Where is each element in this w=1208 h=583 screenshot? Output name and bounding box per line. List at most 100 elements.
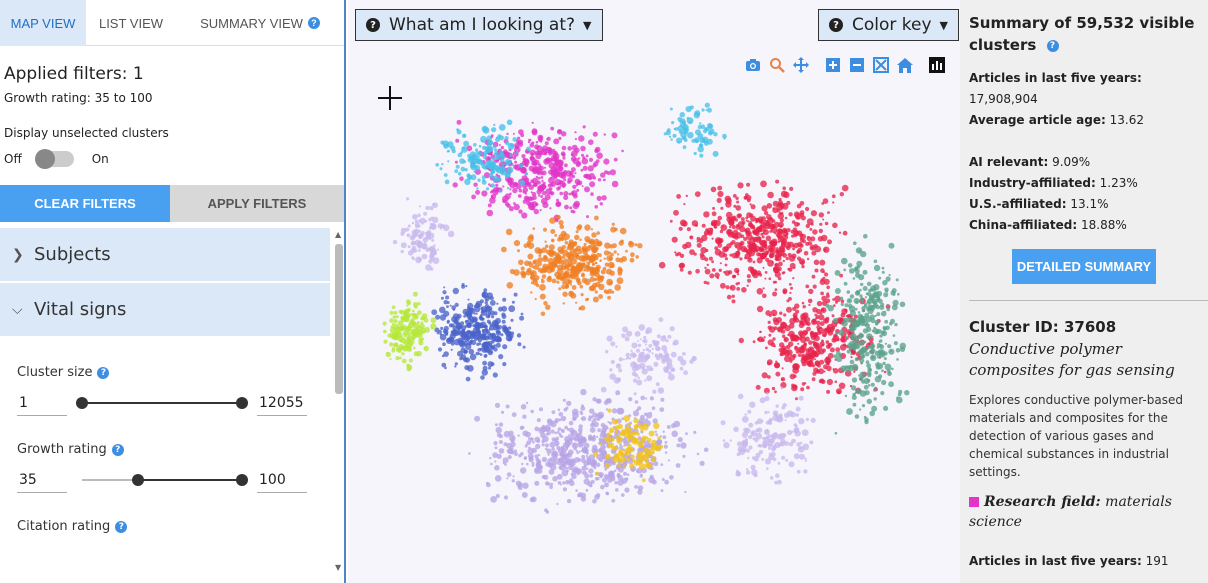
cluster-point[interactable] (469, 353, 477, 361)
cluster-point[interactable] (450, 330, 454, 333)
cluster-point[interactable] (823, 364, 828, 370)
cluster-point[interactable] (450, 145, 456, 151)
cluster-point[interactable] (799, 453, 805, 460)
cluster-point[interactable] (496, 156, 500, 160)
cluster-point[interactable] (523, 195, 530, 201)
cluster-point[interactable] (494, 423, 498, 427)
cluster-point[interactable] (546, 482, 551, 486)
cluster-point[interactable] (476, 187, 479, 190)
cluster-point[interactable] (831, 194, 836, 199)
cluster-point[interactable] (542, 185, 545, 188)
cluster-point[interactable] (640, 450, 644, 454)
cluster-point[interactable] (628, 397, 633, 402)
cluster-point[interactable] (460, 321, 465, 326)
cluster-point[interactable] (421, 253, 428, 260)
cluster-point[interactable] (537, 194, 541, 197)
cluster-point[interactable] (784, 441, 789, 446)
cluster-point[interactable] (750, 269, 758, 277)
cluster-point[interactable] (409, 319, 416, 326)
cluster-point[interactable] (572, 466, 579, 473)
cluster-point[interactable] (609, 368, 613, 372)
cluster-point[interactable] (727, 231, 734, 238)
cluster-point[interactable] (699, 122, 702, 125)
cluster-point[interactable] (604, 468, 607, 471)
cluster-point[interactable] (566, 400, 572, 407)
cluster-point[interactable] (792, 277, 795, 280)
cluster-point[interactable] (509, 268, 515, 275)
cluster-point[interactable] (729, 439, 732, 442)
cluster-point[interactable] (456, 119, 462, 125)
cluster-point[interactable] (492, 372, 498, 378)
cluster-point[interactable] (437, 248, 440, 251)
cluster-point[interactable] (492, 452, 498, 458)
cluster-point[interactable] (483, 341, 487, 346)
cluster-point[interactable] (627, 435, 631, 440)
cluster-point[interactable] (492, 161, 497, 165)
cluster-point[interactable] (870, 318, 876, 324)
cluster-point[interactable] (676, 443, 681, 448)
cluster-point[interactable] (857, 311, 861, 314)
cluster-point[interactable] (694, 223, 698, 227)
cluster-point[interactable] (873, 264, 881, 272)
cluster-point[interactable] (713, 225, 717, 229)
cluster-point[interactable] (623, 436, 628, 441)
cluster-point[interactable] (795, 397, 798, 401)
cluster-point[interactable] (522, 345, 526, 349)
cluster-point[interactable] (655, 439, 662, 446)
cluster-point[interactable] (556, 276, 560, 280)
cluster-point[interactable] (575, 278, 581, 284)
cluster-point[interactable] (444, 179, 450, 185)
cluster-point[interactable] (818, 379, 823, 384)
cluster-size-slider[interactable] (76, 390, 248, 416)
cluster-point[interactable] (430, 317, 437, 324)
cluster-point[interactable] (548, 187, 553, 191)
cluster-point[interactable] (737, 182, 744, 189)
cluster-point[interactable] (783, 229, 787, 234)
cluster-point[interactable] (594, 471, 599, 476)
cluster-point[interactable] (649, 396, 654, 401)
cluster-point[interactable] (841, 320, 848, 327)
cluster-point[interactable] (391, 347, 395, 351)
cluster-point[interactable] (522, 414, 527, 419)
cluster-point[interactable] (598, 294, 603, 299)
cluster-point[interactable] (459, 356, 463, 361)
cluster-point[interactable] (866, 363, 871, 368)
cluster-point[interactable] (761, 235, 765, 239)
cluster-point[interactable] (555, 201, 562, 207)
cluster-point[interactable] (581, 454, 586, 459)
cluster-point[interactable] (760, 180, 767, 188)
cluster-point[interactable] (575, 264, 582, 271)
cluster-point[interactable] (747, 456, 750, 460)
cluster-point[interactable] (789, 291, 792, 294)
cluster-point[interactable] (462, 160, 467, 164)
cluster-point[interactable] (443, 351, 449, 357)
cluster-point[interactable] (827, 362, 830, 366)
cluster-point[interactable] (533, 208, 539, 215)
cluster-point[interactable] (467, 157, 474, 163)
cluster-point[interactable] (489, 300, 496, 306)
cluster-point[interactable] (773, 345, 776, 348)
cluster-point[interactable] (794, 424, 798, 428)
cluster-point[interactable] (845, 336, 849, 340)
cluster-point[interactable] (703, 447, 709, 453)
cluster-point[interactable] (565, 447, 569, 451)
cluster-point[interactable] (878, 340, 881, 343)
cluster-point[interactable] (623, 415, 630, 422)
cluster-point[interactable] (645, 418, 648, 421)
cluster-point[interactable] (572, 443, 576, 446)
cluster-point[interactable] (612, 445, 618, 451)
cluster-point[interactable] (801, 353, 806, 359)
cluster-point[interactable] (653, 461, 659, 467)
cluster-point[interactable] (558, 136, 562, 140)
cluster-point[interactable] (398, 325, 405, 332)
cluster-point[interactable] (528, 456, 534, 461)
cluster-point[interactable] (881, 369, 884, 373)
cluster-point[interactable] (609, 256, 613, 261)
cluster-point[interactable] (547, 453, 550, 456)
cluster-point[interactable] (716, 197, 722, 203)
cluster-point[interactable] (852, 402, 857, 407)
cluster-point[interactable] (558, 233, 565, 241)
cluster-point[interactable] (480, 306, 487, 313)
cluster-point[interactable] (519, 180, 526, 186)
cluster-point[interactable] (498, 189, 503, 193)
